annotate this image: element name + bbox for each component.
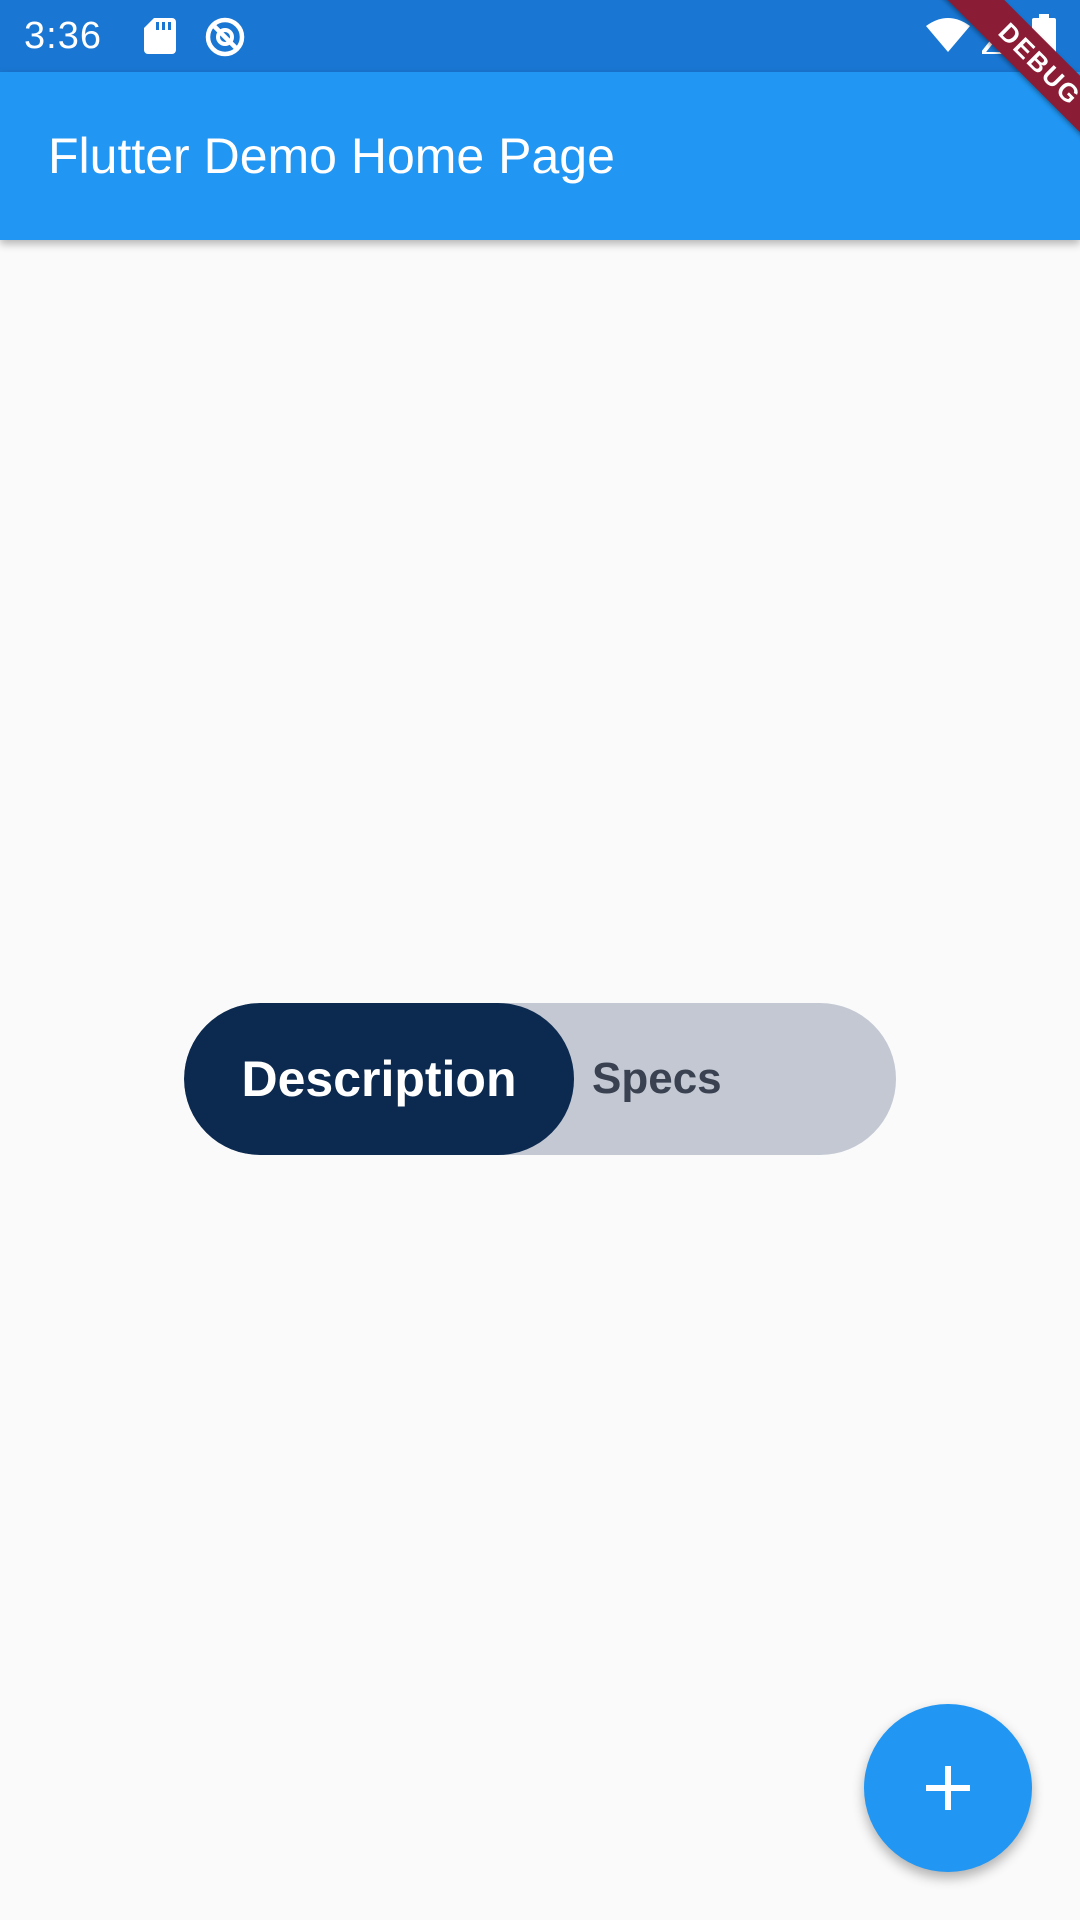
- cell-signal-icon: [982, 16, 1012, 54]
- wifi-icon: [926, 18, 970, 52]
- description-segment[interactable]: Description: [184, 1003, 574, 1155]
- app-bar-title: Flutter Demo Home Page: [48, 128, 615, 184]
- description-specs-toggle: Description Specs: [184, 1003, 896, 1155]
- add-fab-button[interactable]: [864, 1704, 1032, 1872]
- specs-segment-label: Specs: [592, 1054, 722, 1103]
- specs-segment[interactable]: Specs: [574, 1003, 896, 1155]
- battery-icon: [1032, 14, 1056, 56]
- app-bar: Flutter Demo Home Page: [0, 72, 1080, 240]
- sync-disabled-icon: [205, 17, 245, 57]
- status-time: 3:36: [24, 15, 102, 57]
- sd-card-icon: [144, 18, 176, 54]
- add-icon: [926, 1766, 970, 1810]
- status-bar: 3:36: [0, 0, 1080, 72]
- description-segment-label: Description: [241, 1051, 517, 1107]
